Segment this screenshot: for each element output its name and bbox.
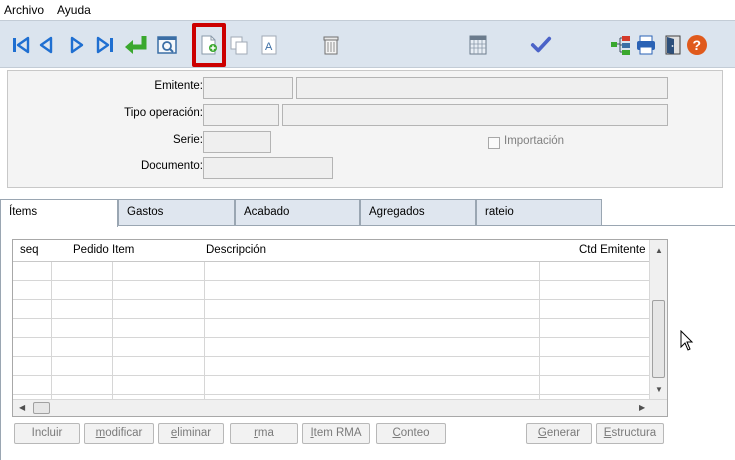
scroll-up-icon[interactable]: ▲ [655, 246, 663, 255]
modificar-accesskey: m [95, 427, 106, 439]
generar-label: enerar [546, 427, 581, 439]
exit-door-icon[interactable] [662, 34, 684, 56]
documento-field[interactable] [203, 157, 333, 179]
conteo-label: onteo [400, 427, 430, 439]
conteo-button[interactable]: Conteo [376, 423, 446, 444]
tab-rateio[interactable]: rateio [476, 199, 602, 226]
serie-field[interactable] [203, 131, 271, 153]
estructura-label: structura [611, 427, 657, 439]
calendar-icon[interactable] [467, 34, 489, 56]
importacion-label: Importación [504, 135, 565, 147]
trash-icon[interactable] [320, 34, 342, 56]
serie-label: Serie: [172, 134, 203, 146]
items-grid[interactable]: seq Pedido Item Descripción Ctd Emitente… [12, 239, 668, 417]
table-row[interactable] [13, 281, 649, 300]
help-icon[interactable]: ? [686, 34, 708, 56]
grid-column-divider [539, 262, 540, 400]
conteo-accesskey: C [392, 427, 401, 439]
tipo-operacion-name-field[interactable] [282, 104, 668, 126]
enter-icon[interactable] [122, 34, 150, 56]
tab-strip: Ítems Gastos Acabado Agregados rateio [0, 199, 735, 227]
toolbar: A ? [0, 20, 735, 68]
table-row[interactable] [13, 319, 649, 338]
check-icon[interactable] [530, 34, 552, 56]
grid-header: seq Pedido Item Descripción Ctd Emitente [13, 240, 649, 262]
generar-button[interactable]: Generar [526, 423, 592, 444]
incluir-label: Incluir [31, 427, 63, 439]
tipo-operacion-code-field[interactable] [203, 104, 279, 126]
print-icon[interactable] [635, 34, 657, 56]
grid-column-divider [204, 262, 205, 400]
preview-icon[interactable] [156, 34, 178, 56]
svg-text:A: A [265, 41, 273, 53]
tab-agregados[interactable]: Agregados [360, 199, 476, 226]
vertical-scroll-thumb[interactable] [652, 300, 665, 378]
menu-archivo[interactable]: Archivo [4, 3, 44, 17]
tab-gastos[interactable]: Gastos [118, 199, 235, 226]
col-seq[interactable]: seq [20, 244, 39, 256]
eliminar-button[interactable]: eliminar [158, 423, 224, 444]
last-record-icon[interactable] [94, 34, 116, 56]
tree-icon[interactable] [610, 34, 632, 56]
estructura-button[interactable]: Estructura [596, 423, 664, 444]
modificar-button[interactable]: modificar [84, 423, 154, 444]
new-button-highlight [192, 23, 226, 67]
tipo-operacion-label: Tipo operación: [124, 107, 203, 119]
col-descripcion[interactable]: Descripción [206, 244, 266, 256]
next-record-icon[interactable] [66, 34, 88, 56]
item-rma-button[interactable]: Item RMA [302, 423, 370, 444]
incluir-button[interactable]: Incluir [14, 423, 80, 444]
table-row[interactable] [13, 262, 649, 281]
generar-accesskey: G [537, 427, 547, 439]
col-pedido-item[interactable]: Pedido Item [73, 244, 134, 256]
rma-label: ma [257, 427, 274, 439]
emitente-name-field[interactable] [296, 77, 668, 99]
table-row[interactable] [13, 300, 649, 319]
mouse-cursor-icon [680, 329, 694, 355]
item-rma-label: tem RMA [313, 427, 362, 439]
scroll-left-icon[interactable]: ◀ [19, 403, 25, 412]
scroll-down-icon[interactable]: ▼ [655, 385, 663, 394]
menu-ayuda[interactable]: Ayuda [57, 3, 91, 17]
emitente-label: Emitente: [154, 80, 203, 92]
prev-record-icon[interactable] [35, 34, 57, 56]
col-ctd-emitente[interactable]: Ctd Emitente [579, 244, 645, 256]
emitente-code-field[interactable] [203, 77, 293, 99]
svg-text:?: ? [693, 37, 702, 53]
tab-items[interactable]: Ítems [0, 199, 118, 227]
scroll-right-icon[interactable]: ▶ [639, 403, 645, 412]
eliminar-label: liminar [177, 427, 212, 439]
table-row[interactable] [13, 376, 649, 395]
documento-label: Documento: [140, 160, 203, 172]
importacion-checkbox[interactable] [488, 137, 500, 149]
copy-icon[interactable] [228, 34, 250, 56]
table-row[interactable] [13, 338, 649, 357]
rma-button[interactable]: rma [230, 423, 298, 444]
grid-vertical-scrollbar[interactable]: ▲ ▼ [649, 240, 667, 400]
first-record-icon[interactable] [10, 34, 32, 56]
font-icon[interactable]: A [258, 34, 280, 56]
grid-column-divider [51, 262, 52, 400]
tab-acabado[interactable]: Acabado [235, 199, 360, 226]
header-panel: Emitente: Tipo operación: Serie: Importa… [7, 70, 723, 188]
menu-bar: Archivo Ayuda [0, 0, 735, 20]
table-row[interactable] [13, 357, 649, 376]
grid-column-divider [112, 262, 113, 400]
modificar-label: odificar [105, 427, 143, 439]
horizontal-scroll-thumb[interactable] [33, 402, 50, 414]
grid-horizontal-scrollbar[interactable]: ◀ ▶ [13, 399, 667, 416]
